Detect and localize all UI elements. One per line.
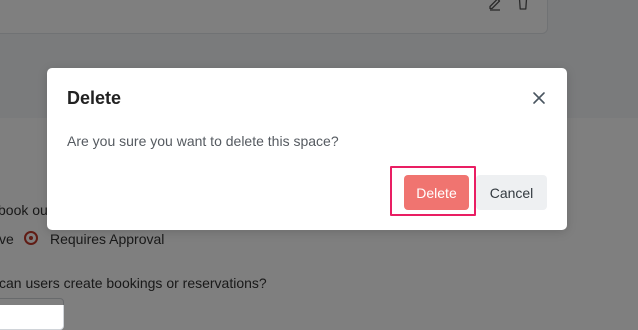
dialog-title: Delete: [67, 88, 122, 108]
delete-button[interactable]: Delete: [404, 175, 469, 210]
cancel-button[interactable]: Cancel: [476, 175, 547, 210]
dialog-message: Are you sure you want to delete this spa…: [67, 133, 339, 149]
delete-dialog: Delete Are you sure you want to delete t…: [47, 68, 567, 230]
close-icon[interactable]: [531, 90, 547, 106]
